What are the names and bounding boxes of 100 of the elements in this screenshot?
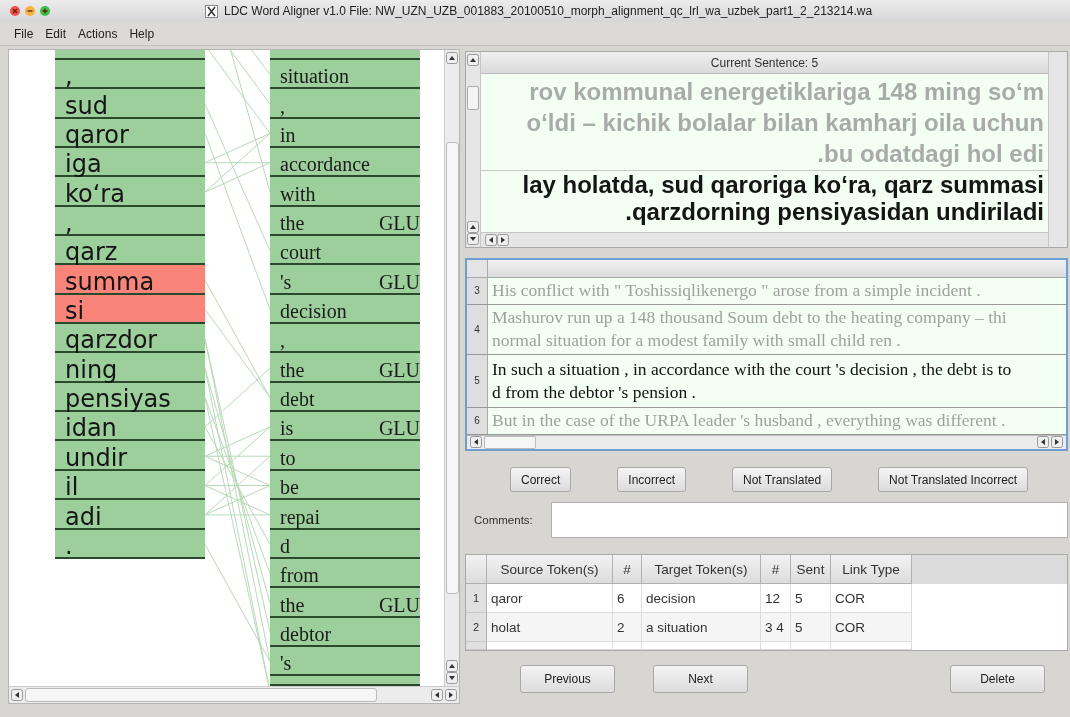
source-token[interactable]: ko‘ra [55,177,205,207]
column-header[interactable]: Target Token(s) [642,555,761,584]
scroll-right-button[interactable] [1051,436,1063,449]
sentence-row[interactable]: 6 But in the case of the URPA leader 's husband , everything was different . [467,407,1066,435]
judgement-button[interactable]: Correct [510,467,572,492]
menu-item[interactable]: Help [123,26,161,41]
scroll-up-button[interactable] [467,221,479,233]
source-token[interactable]: , [55,206,205,237]
scroll-left-button[interactable] [1037,436,1049,449]
judgement-button[interactable]: Not Translated Incorrect [878,467,1029,492]
token-row[interactable]: situation [270,60,420,90]
vertical-scrollbar[interactable] [1048,52,1067,247]
token-row[interactable]: 's [270,646,420,677]
token-row[interactable]: debt [270,382,420,413]
menu-item[interactable]: Actions [72,26,124,41]
token-row[interactable]: , [270,324,420,354]
tag-label: GLU [378,358,420,381]
target-token: with [280,182,316,205]
token-row[interactable]: , [270,89,420,119]
scroll-thumb[interactable] [25,688,377,702]
column-header[interactable]: Sent [791,555,831,584]
sentence-row[interactable]: 3 His conflict with " Toshissiqlikenergo " arose from a simple incident . [467,277,1066,305]
token-row[interactable]: the GLU [270,353,420,383]
column-header[interactable]: # [613,555,642,584]
maximize-button[interactable] [40,6,50,16]
token-row[interactable]: debtor [270,617,420,647]
token-row[interactable]: court [270,236,420,266]
app-icon [205,4,218,18]
column-header[interactable]: Source Token(s) [487,555,613,584]
scroll-right-button[interactable] [497,234,509,246]
token-row[interactable]: to [270,441,420,471]
source-token[interactable]: sud [55,89,205,119]
row-number: 3 [467,277,488,304]
minimize-button[interactable] [25,6,35,16]
nav-button[interactable]: Previous [520,665,615,693]
token-row[interactable]: repai [270,500,420,530]
scroll-up-button[interactable] [446,660,458,672]
scroll-down-button[interactable] [446,672,458,684]
scroll-left-button[interactable] [485,234,497,246]
column-header[interactable]: Link Type [831,555,912,584]
source-token[interactable]: , [55,60,205,90]
token-row[interactable]: is GLU [270,412,420,442]
horizontal-scrollbar[interactable] [481,232,1048,247]
scroll-left-button[interactable] [431,689,443,701]
source-token[interactable]: qarz [55,236,205,266]
scroll-down-button[interactable] [467,233,479,245]
token-row[interactable]: the GLU [270,588,420,618]
row-number: 2 [466,613,487,642]
table-cell: COR [831,613,912,642]
source-token[interactable]: ning [55,353,205,383]
judgement-button[interactable]: Not Translated [732,467,833,492]
sentence-line: .bu odatdagi hol edi [817,139,1045,169]
source-token[interactable]: iga [55,148,205,178]
scroll-thumb[interactable] [484,435,536,449]
scroll-thumb[interactable] [445,142,459,594]
source-token[interactable]: qaror [55,118,205,149]
sentence-row[interactable]: 4 Mashurov run up a 148 thousand Soum debt to the heating company – thi normal situation for a modest family with small child ren . [467,304,1066,355]
menu-item[interactable]: File [8,26,40,41]
target-token: 's [280,270,292,293]
close-button[interactable] [10,6,20,16]
token-row[interactable]: d [270,529,420,559]
token-row[interactable]: 's GLU [270,265,420,295]
scroll-right-button[interactable] [445,689,457,701]
scroll-left-button[interactable] [11,689,23,701]
nav-button[interactable]: Next [653,665,748,693]
table-cell: 2 [613,613,642,642]
token-row[interactable]: be [270,470,420,501]
token-row[interactable]: the GLU [270,206,420,237]
vertical-scrollbar[interactable] [466,52,481,247]
token-row[interactable]: decision [270,294,420,325]
source-token[interactable]: summa [55,265,205,295]
token-row[interactable]: accordance [270,148,420,178]
scroll-up-button[interactable] [467,54,479,66]
tag-label: GLU [378,212,420,235]
source-token[interactable]: pensiyas [55,382,205,413]
nav-button[interactable]: Delete [950,665,1045,693]
source-token[interactable]: undir [55,441,205,471]
source-token[interactable]: idan [55,412,205,442]
source-token[interactable]: si [55,294,205,325]
source-token[interactable]: adi [55,500,205,530]
menu-item[interactable]: Edit [39,26,73,41]
token-row[interactable]: with [270,177,420,207]
sentence-row[interactable]: 5 In such a situation , in accordance with the court 's decision , the debt is to d from the debtor 's pension . [467,354,1066,408]
sentence-line: o‘ldi – kichik bolalar bilan kamharj oila uchun [526,108,1045,138]
source-token[interactable]: qarzdor [55,324,205,354]
token-row[interactable]: in [270,118,420,149]
judgement-button[interactable]: Incorrect [617,467,687,492]
scroll-left-button[interactable] [470,436,482,449]
horizontal-scrollbar[interactable] [9,686,459,703]
source-token[interactable]: il [55,470,205,501]
target-token: to [280,446,296,469]
sentence-cell[interactable]: In such a situation , in accordance with the court 's decision , the debt is to d from the debtor 's pension . [488,354,1066,407]
scroll-thumb[interactable] [467,86,479,110]
column-header[interactable]: # [761,555,791,584]
token-row[interactable]: from [270,558,420,589]
comments-field[interactable] [551,502,1068,538]
scroll-up-button[interactable] [446,52,458,64]
vertical-scrollbar[interactable] [444,50,459,686]
table-cell: holat [487,613,613,642]
source-token[interactable]: . [55,529,205,559]
